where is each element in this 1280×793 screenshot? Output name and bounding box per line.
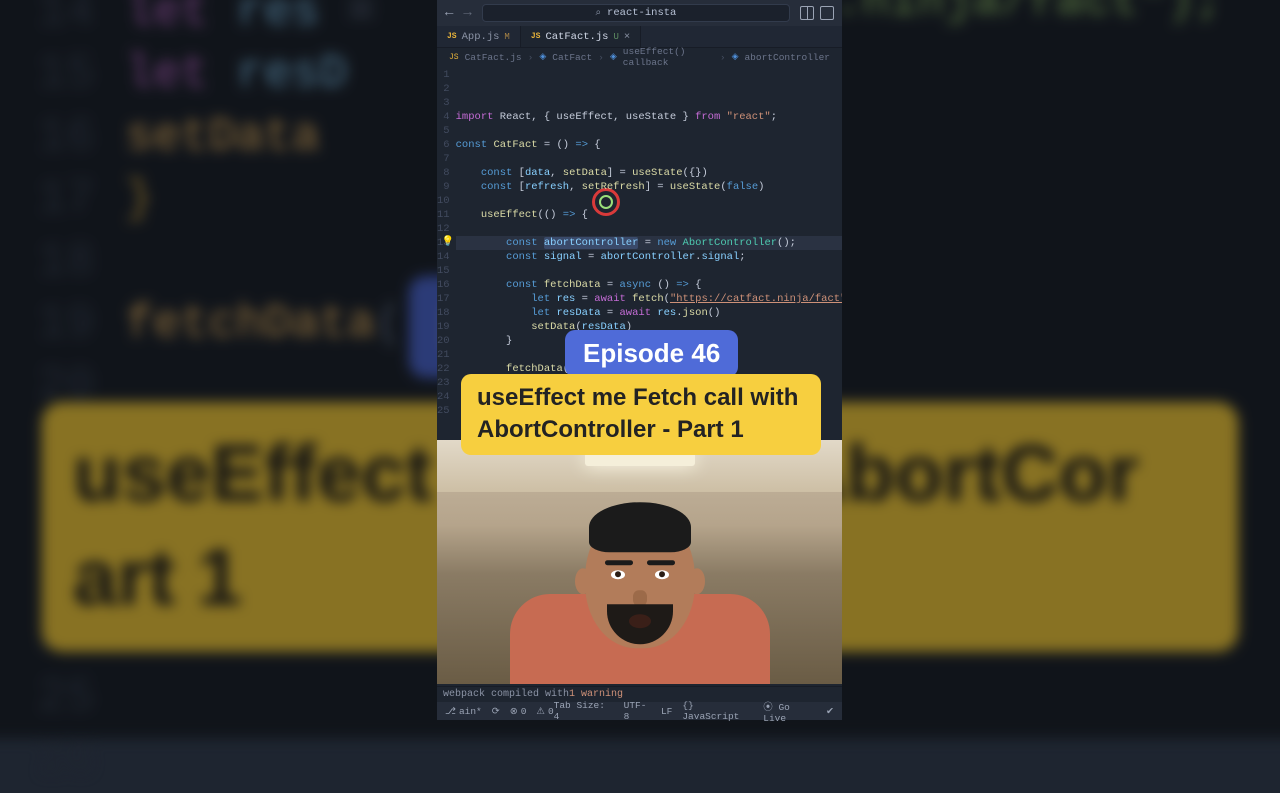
code-line[interactable]: const signal = abortController.signal; [456, 250, 842, 264]
tab-badge: U [613, 32, 618, 42]
code-line[interactable]: import React, { useEffect, useState } fr… [456, 110, 842, 124]
search-icon: ⌕ [595, 7, 601, 19]
code-line[interactable]: const [refresh, setRefresh] = useState(f… [456, 180, 842, 194]
breadcrumb-item[interactable]: CatFact [552, 52, 592, 63]
sync-button[interactable]: ⟳ [492, 706, 500, 717]
close-icon[interactable]: × [624, 31, 630, 43]
branch-icon: ⎇ [445, 706, 456, 717]
code-line[interactable]: let resData = await res.json() [456, 306, 842, 320]
url-field[interactable]: ⌕ react-insta [482, 4, 790, 22]
terminal-text: webpack compiled with [443, 689, 569, 700]
breadcrumb: JS CatFact.js › ◈ CatFact › ◈ useEffect(… [437, 48, 842, 66]
code-line[interactable] [456, 124, 842, 138]
tab-label: CatFact.js [545, 31, 608, 43]
code-line[interactable] [456, 152, 842, 166]
split-panel-icon[interactable] [800, 6, 814, 20]
tab-badge: M [504, 32, 509, 42]
code-line[interactable] [456, 222, 842, 236]
error-count[interactable]: ⊗ 0 [510, 706, 527, 717]
code-line[interactable]: const fetchData = async () => { [456, 278, 842, 292]
code-line[interactable]: 💡 const abortController = new AbortContr… [456, 236, 842, 250]
url-text: react-insta [607, 7, 676, 19]
encoding[interactable]: UTF-8 [624, 700, 651, 722]
code-line[interactable] [456, 264, 842, 278]
js-file-icon: JS [449, 53, 459, 62]
title-card: useEffect me Fetch call with AbortContro… [461, 374, 821, 455]
error-icon: ⊗ [510, 706, 518, 717]
js-file-icon: JS [447, 32, 457, 41]
breadcrumb-item[interactable]: useEffect() callback [623, 46, 714, 68]
back-button[interactable]: ← [445, 5, 453, 21]
breadcrumb-item[interactable]: CatFact.js [465, 52, 522, 63]
code-line[interactable] [456, 194, 842, 208]
code-line[interactable]: useEffect(() => { [456, 208, 842, 222]
breadcrumb-item[interactable]: abortController [744, 52, 830, 63]
code-line[interactable]: let res = await fetch("https://catfact.n… [456, 292, 842, 306]
tabs-bar: JS App.js M JS CatFact.js U × [437, 26, 842, 48]
git-branch[interactable]: ⎇ ain* [445, 706, 482, 717]
warning-icon: ⚠ [536, 706, 545, 717]
tab-catfact-js[interactable]: JS CatFact.js U × [521, 26, 641, 47]
prettier-status[interactable]: ✔ [826, 706, 834, 717]
symbol-icon: ◈ [539, 52, 546, 62]
code-line[interactable]: const [data, setData] = useState({}) [456, 166, 842, 180]
tab-size[interactable]: Tab Size: 4 [554, 700, 614, 722]
symbol-icon: ◈ [610, 52, 617, 62]
symbol-icon: ◈ [732, 52, 739, 62]
presenter-avatar [585, 508, 695, 648]
episode-badge: Episode 46 [565, 330, 738, 377]
eol[interactable]: LF [661, 706, 672, 717]
webcam-feed [437, 440, 842, 684]
status-bar: ⎇ ain* ⟳ ⊗ 0 ⚠ 0 Tab Size: 4 UTF-8 LF {}… [437, 702, 842, 720]
code-line[interactable]: const CatFact = () => { [456, 138, 842, 152]
title-bar: ← → ⌕ react-insta [437, 0, 842, 26]
lightbulb-icon[interactable]: 💡 [442, 236, 454, 250]
language-mode[interactable]: {} JavaScript [682, 700, 753, 722]
forward-button[interactable]: → [463, 5, 471, 21]
layout-icon[interactable] [820, 6, 834, 20]
warning-count[interactable]: ⚠ 0 [536, 706, 553, 717]
js-file-icon: JS [531, 32, 541, 41]
tab-app-js[interactable]: JS App.js M [437, 26, 521, 47]
tab-label: App.js [462, 31, 500, 43]
